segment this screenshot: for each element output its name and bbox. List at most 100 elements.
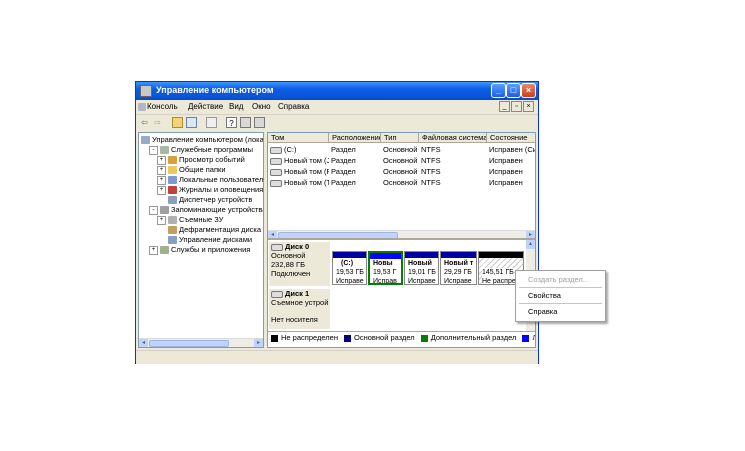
table-cell[interactable]: Новый том (J:): [270, 156, 329, 166]
scroll-right-icon[interactable]: ▸: [254, 339, 263, 347]
table-cell: Раздел: [331, 178, 356, 187]
legend-swatch: [344, 334, 351, 342]
legend-swatch: [271, 334, 278, 342]
tree-item[interactable]: + Локальные пользователи и: [157, 175, 264, 185]
context-menu: Создать раздел... Свойства Справка: [515, 270, 606, 322]
window-title: Управление компьютером: [156, 85, 274, 95]
tree-scroll-thumb[interactable]: [149, 340, 229, 347]
close-button[interactable]: ×: [521, 83, 536, 98]
menu-item-create-partition[interactable]: Создать раздел...: [528, 275, 589, 284]
minimize-button[interactable]: _: [491, 83, 506, 98]
mdi-close-button[interactable]: ×: [523, 101, 534, 112]
tree-item-label: Дефрагментация диска: [179, 225, 262, 234]
table-cell: Раздел: [331, 145, 356, 154]
partition-j-selected[interactable]: Новы 19,53 Г Исправ: [368, 251, 403, 285]
menu-help[interactable]: Справка: [278, 102, 309, 111]
tree-item-label: Локальные пользователи и: [179, 175, 264, 184]
menu-item-help[interactable]: Справка: [528, 307, 557, 316]
scroll-left-icon[interactable]: ◂: [139, 339, 148, 347]
column-header-volume[interactable]: Том: [268, 133, 329, 143]
disk-button[interactable]: [240, 117, 251, 128]
table-cell: Основной: [383, 167, 418, 176]
menu-window[interactable]: Окно: [252, 102, 271, 111]
column-header-filesystem[interactable]: Файловая система: [419, 133, 487, 143]
table-cell[interactable]: Новый том (P:): [270, 167, 329, 177]
tree-item[interactable]: + Службы и приложения: [149, 245, 250, 255]
mdi-restore-button[interactable]: ▫: [511, 101, 522, 112]
tree-item[interactable]: + Просмотр событий: [157, 155, 245, 165]
tree-node-icon: [168, 186, 177, 195]
maximize-icon: □: [510, 85, 517, 95]
expand-icon[interactable]: +: [157, 155, 166, 165]
column-header-type[interactable]: Тип: [381, 133, 419, 143]
arrow-left-icon: ⇦: [141, 118, 148, 127]
table-cell: NTFS: [421, 178, 441, 187]
tree-node-icon: [168, 166, 177, 175]
tree-node-icon: [160, 146, 169, 155]
scroll-up-icon[interactable]: ▴: [526, 240, 535, 249]
help-button[interactable]: ?: [226, 117, 237, 128]
tree-node-icon: [168, 226, 177, 235]
disk-0-label[interactable]: Диск 0 Основной 232,88 ГБ Подключен: [269, 242, 330, 286]
volume-icon: [270, 146, 282, 154]
maximize-button[interactable]: □: [506, 83, 521, 98]
expand-icon[interactable]: +: [157, 175, 166, 185]
tree-item[interactable]: Диспетчер устройств: [157, 195, 252, 205]
show-hide-tree-button[interactable]: [186, 117, 197, 128]
mdi-minimize-button[interactable]: _: [499, 101, 510, 112]
expand-icon[interactable]: +: [157, 185, 166, 195]
up-folder-button[interactable]: [172, 117, 183, 128]
menu-console[interactable]: Консоль: [138, 102, 178, 111]
partition-c[interactable]: (C:) 19,53 ГБ Исправе: [332, 251, 367, 285]
partition-p[interactable]: Новый 19,01 ГБ Исправе: [404, 251, 439, 285]
expand-icon[interactable]: +: [149, 245, 158, 255]
tree-node-icon: [160, 206, 169, 215]
expand-icon[interactable]: +: [157, 215, 166, 225]
tree-item-label: Просмотр событий: [179, 155, 245, 164]
collapse-icon[interactable]: -: [149, 205, 158, 215]
tree-node-icon: [168, 236, 177, 245]
forward-button[interactable]: ⇨: [152, 117, 163, 128]
table-cell: Основной: [383, 178, 418, 187]
tree-item[interactable]: + Общие папки: [157, 165, 226, 175]
tree-item[interactable]: - Запоминающие устройства: [149, 205, 264, 215]
table-cell: Исправен (Си: [489, 145, 536, 154]
table-cell[interactable]: (C:): [270, 145, 329, 155]
partition-t[interactable]: Новый т 29,29 ГБ Исправе: [440, 251, 477, 285]
menu-separator: [519, 303, 602, 304]
collapse-icon[interactable]: -: [149, 145, 158, 155]
tree-node-icon: [160, 246, 169, 255]
properties-button[interactable]: [206, 117, 217, 128]
table-cell[interactable]: Новый том (T:): [270, 178, 329, 188]
column-header-location[interactable]: Расположение: [329, 133, 381, 143]
column-header-status[interactable]: Состояние: [487, 133, 535, 143]
disk-1-label[interactable]: Диск 1 Съемное устрой Нет носителя: [269, 289, 330, 329]
legend-label: Основной раздел: [354, 333, 415, 342]
tree-item[interactable]: Управление компьютером (локаль: [141, 135, 264, 145]
back-button[interactable]: ⇦: [139, 117, 150, 128]
tree-item[interactable]: + Съемные ЗУ: [157, 215, 223, 225]
menu-bar: Консоль Действие Вид Окно Справка _ ▫ ×: [136, 100, 538, 115]
table-cell: Основной: [383, 145, 418, 154]
tree-item[interactable]: + Журналы и оповещения пр: [157, 185, 263, 195]
table-cell: NTFS: [421, 156, 441, 165]
table-cell: Раздел: [331, 167, 356, 176]
tree-item[interactable]: Управление дисками: [157, 235, 252, 245]
legend-label: Дополнительный раздел: [430, 333, 517, 342]
tree-item[interactable]: Дефрагментация диска: [157, 225, 261, 235]
tree-item-label: Запоминающие устройства: [171, 205, 264, 214]
tree-item-label: Управление компьютером (локаль: [152, 135, 264, 144]
table-cell: Исправен: [489, 178, 523, 187]
menu-item-properties[interactable]: Свойства: [528, 291, 561, 300]
title-bar[interactable]: Управление компьютером _ □ ×: [136, 82, 538, 100]
menu-action[interactable]: Действие: [188, 102, 223, 111]
tree-horizontal-scrollbar[interactable]: ◂ ▸: [139, 338, 263, 347]
tree-item[interactable]: - Служебные программы: [149, 145, 253, 155]
tree-item-label: Диспетчер устройств: [179, 195, 253, 204]
expand-icon[interactable]: +: [157, 165, 166, 175]
view-button[interactable]: [254, 117, 265, 128]
tree-item-label: Съемные ЗУ: [179, 215, 224, 224]
table-cell: Исправен: [489, 167, 523, 176]
menu-view[interactable]: Вид: [229, 102, 243, 111]
table-cell: Основной: [383, 156, 418, 165]
